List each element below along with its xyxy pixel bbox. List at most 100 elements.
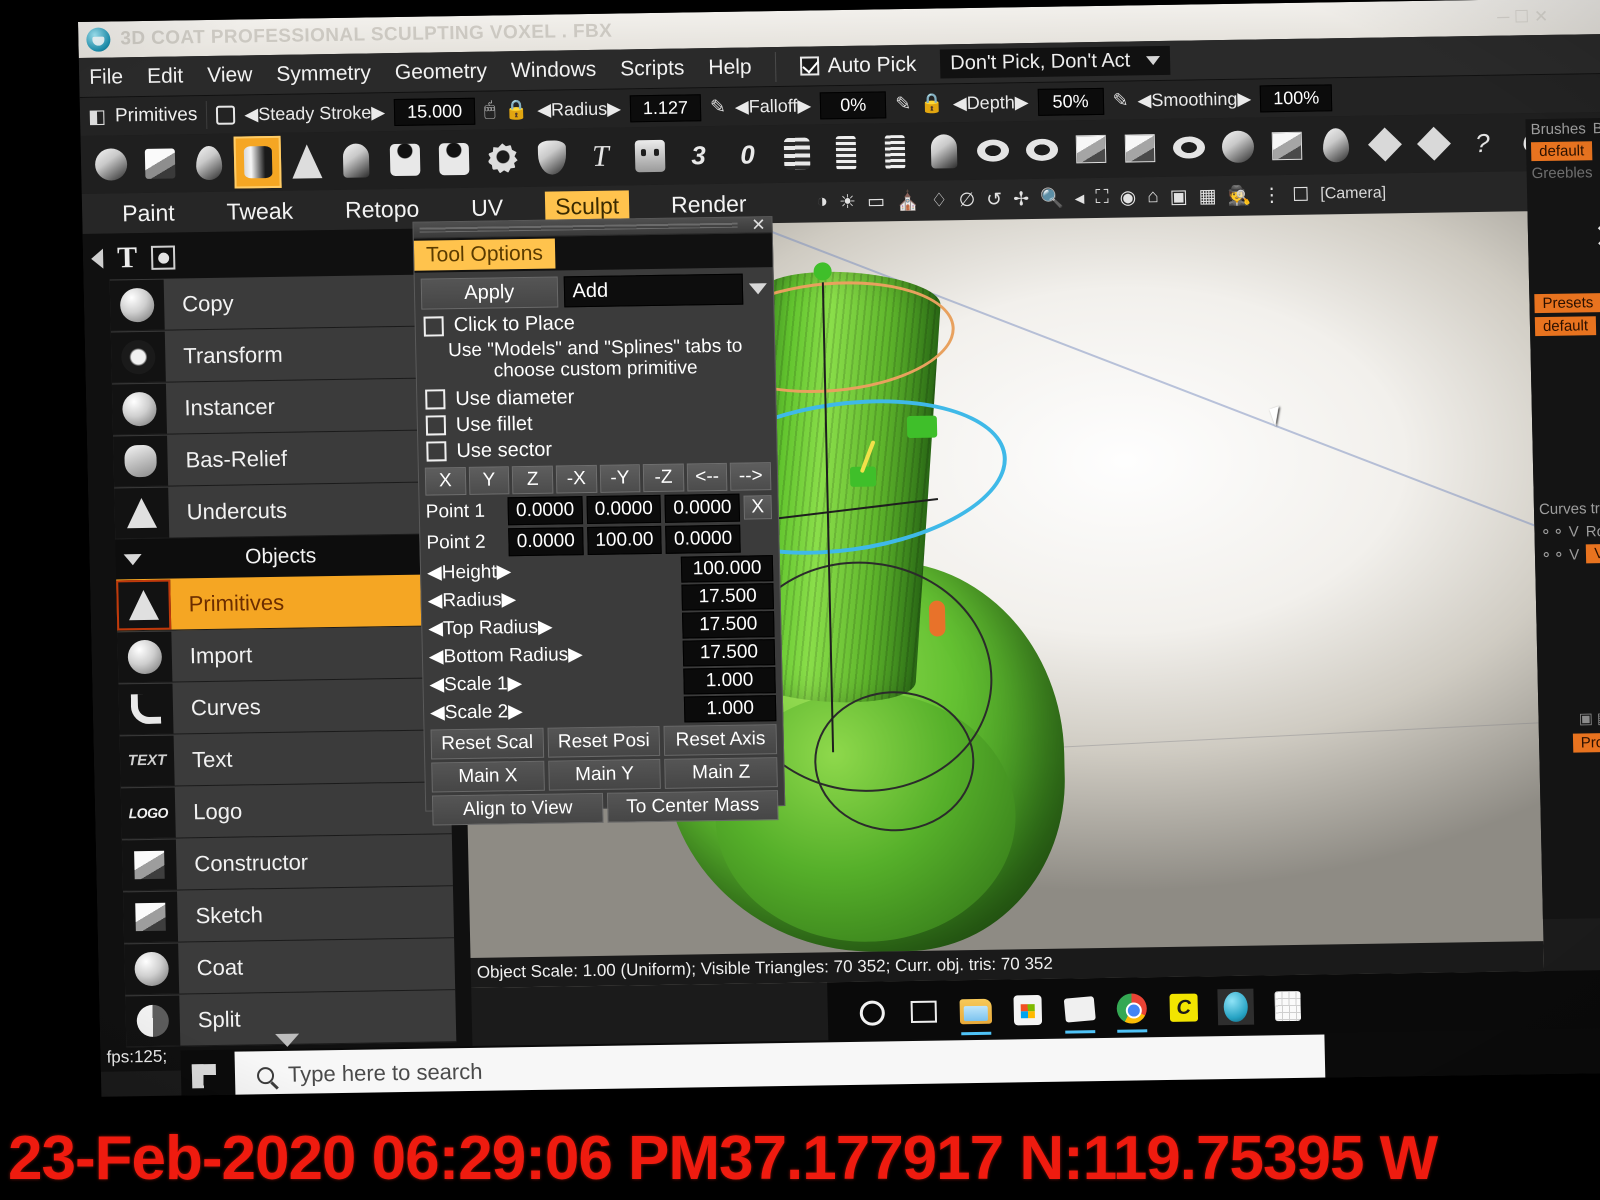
scale2-value[interactable]: 1.000	[683, 694, 777, 723]
menu-scripts[interactable]: Scripts	[620, 56, 685, 81]
box-view-icon[interactable]: ▣	[1169, 185, 1187, 208]
symmetry-icon[interactable]: ∅	[958, 188, 975, 211]
gizmo-handle-orange[interactable]	[928, 600, 946, 637]
brightness-icon[interactable]: ☀	[839, 190, 857, 213]
cube-primitive-icon[interactable]	[136, 137, 184, 190]
tab-uv[interactable]: UV	[461, 192, 514, 224]
click-to-place-row[interactable]: Click to Place	[423, 309, 767, 337]
curve-visibility-icon-2[interactable]: ⚬⚬ V	[1540, 545, 1580, 564]
main-z-button[interactable]: Main Z	[664, 756, 778, 789]
steady-stroke-checkbox-icon[interactable]	[216, 105, 236, 125]
checkbox-icon[interactable]	[426, 441, 447, 462]
tool-row-primitives[interactable]: Primitives	[116, 574, 448, 632]
undo-icon[interactable]: ↺	[986, 188, 1002, 211]
objects-group-header[interactable]: Objects	[115, 534, 447, 580]
grid-icon[interactable]: ▦	[1198, 185, 1216, 208]
microsoft-store-icon[interactable]	[1009, 992, 1046, 1029]
scroll-down-icon[interactable]	[275, 1033, 300, 1048]
crystal-primitive-icon[interactable]	[1409, 117, 1457, 170]
point2-x-field[interactable]: 0.0000	[508, 526, 584, 556]
camera-icon[interactable]: ◉	[1119, 186, 1136, 209]
tool-row-coat[interactable]: Coat	[124, 938, 456, 996]
point1-y-field[interactable]: 0.0000	[586, 494, 662, 524]
auto-pick-toggle[interactable]: Auto Pick	[800, 52, 917, 78]
add-layer-icon[interactable]: ▣	[1579, 709, 1594, 727]
radius-value[interactable]: 1.127	[629, 93, 702, 122]
drop-icon[interactable]: ♢	[930, 189, 948, 212]
axis-neg-y-button[interactable]: -Y	[599, 463, 641, 493]
tshape-primitive-icon[interactable]: T	[577, 130, 625, 183]
falloff-label[interactable]: ◀Falloff▶	[735, 95, 812, 117]
pill-primitive-icon[interactable]	[1311, 119, 1359, 172]
slider-top-radius[interactable]: ◀Top Radius▶ 17.500	[428, 610, 775, 642]
cortana-icon[interactable]	[853, 994, 890, 1031]
axis-prev-button[interactable]: <--	[686, 462, 728, 492]
figure-icon[interactable]: 🕵	[1227, 184, 1251, 208]
cone-primitive-icon[interactable]	[283, 135, 331, 188]
reset-position-button[interactable]: Reset Posi	[547, 725, 661, 758]
slider-scale1[interactable]: ◀Scale 1▶ 1.000	[429, 666, 776, 698]
angle-icon[interactable]: ◂	[1075, 187, 1085, 210]
tool-row-curves[interactable]: Curves	[118, 678, 450, 736]
default-brush-button[interactable]: default	[1530, 141, 1593, 162]
steady-stroke-label[interactable]: ◀Steady Stroke▶	[244, 102, 385, 125]
frame-icon[interactable]: ▭	[867, 190, 885, 213]
pick-target-icon[interactable]	[150, 245, 176, 270]
proxy-slider-button[interactable]: ProxySlider	[1572, 732, 1600, 753]
slider-scale2[interactable]: ◀Scale 2▶ 1.000	[430, 694, 777, 726]
ellipsoid-primitive-icon[interactable]	[185, 137, 233, 190]
number0-primitive-icon[interactable]: 0	[723, 128, 771, 181]
checkbox-icon[interactable]	[423, 315, 444, 337]
lock-icon[interactable]: 🔒	[504, 98, 528, 122]
depth-value[interactable]: 50%	[1037, 87, 1104, 116]
lamp-icon[interactable]: ⛪	[896, 189, 920, 213]
close-x-icon[interactable]: ✕	[1528, 216, 1600, 259]
align-to-view-button[interactable]: Align to View	[431, 792, 604, 826]
tool-row-constructor[interactable]: Constructor	[121, 834, 453, 892]
box-primitive-icon[interactable]	[1066, 123, 1114, 176]
brushes-tab[interactable]: Brushes	[1531, 120, 1586, 138]
tab-retopo[interactable]: Retopo	[335, 193, 430, 225]
tab-sculpt[interactable]: Sculpt	[544, 189, 630, 223]
calculator-icon[interactable]	[1269, 988, 1306, 1025]
spring-primitive-icon[interactable]	[772, 127, 820, 180]
axis-y-button[interactable]: Y	[468, 465, 510, 495]
file-explorer-icon[interactable]	[957, 993, 994, 1036]
point2-y-field[interactable]: 100.00	[586, 525, 663, 555]
torus-primitive-icon[interactable]	[968, 124, 1016, 177]
bottom-radius-value[interactable]: 17.500	[682, 638, 776, 667]
radius-label[interactable]: ◀Radius▶	[537, 98, 621, 120]
axis-neg-x-button[interactable]: -X	[555, 464, 597, 494]
menu-geometry[interactable]: Geometry	[395, 59, 488, 84]
scale1-value[interactable]: 1.000	[683, 666, 776, 695]
bolt-primitive-icon[interactable]	[870, 126, 918, 179]
vase-primitive-icon[interactable]	[528, 131, 576, 184]
mail-icon[interactable]	[1061, 991, 1098, 1034]
wedge-primitive-icon[interactable]	[919, 125, 967, 178]
apply-button[interactable]: Apply	[420, 276, 558, 310]
axis-z-button[interactable]: Z	[512, 465, 554, 494]
cuboid-primitive-icon[interactable]	[1262, 120, 1310, 173]
use-fillet-row[interactable]: Use fillet	[425, 409, 770, 437]
tool-row-logo[interactable]: LOGO Logo	[120, 782, 452, 840]
gear-primitive-icon[interactable]	[479, 132, 527, 185]
depth-lock-icon[interactable]: 🔒	[920, 91, 944, 115]
default-preset-button[interactable]: default	[1534, 316, 1597, 337]
smoothing-label[interactable]: ◀Smoothing▶	[1137, 88, 1251, 111]
cylinder-primitive-icon[interactable]	[233, 135, 282, 189]
checkbox-icon[interactable]	[425, 415, 447, 436]
measure-icon[interactable]: ⋮	[1262, 184, 1281, 207]
text-tool-icon[interactable]: T	[117, 241, 138, 275]
move-icon[interactable]: ✢	[1013, 188, 1029, 211]
slider-radius[interactable]: ◀Radius▶ 17.500	[427, 582, 774, 614]
axis-next-button[interactable]: -->	[730, 461, 772, 491]
home-icon[interactable]: ⌂	[1147, 186, 1159, 208]
volume-button[interactable]: Vol	[1586, 543, 1600, 564]
head-primitive-icon[interactable]	[625, 130, 673, 183]
windows-start-icon[interactable]	[181, 1053, 228, 1097]
steady-stroke-value[interactable]: 15.000	[393, 97, 476, 126]
presets-tab[interactable]: Presets	[1534, 293, 1600, 314]
tab-render[interactable]: Render	[661, 188, 757, 220]
chevron-down-icon[interactable]	[748, 283, 768, 295]
radius-value[interactable]: 17.500	[681, 582, 774, 611]
